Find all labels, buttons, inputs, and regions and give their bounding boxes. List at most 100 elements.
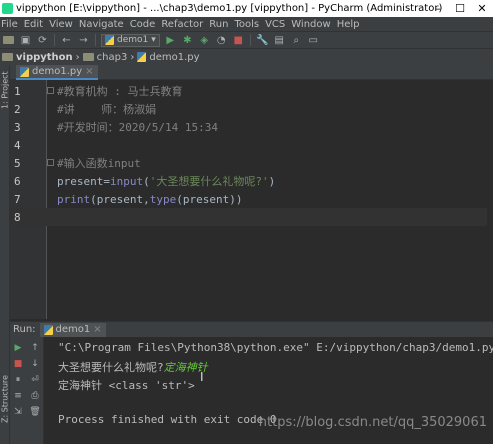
fold-marker-icon[interactable] [47, 159, 54, 166]
run-icon[interactable]: ▶ [164, 34, 177, 47]
window-title: vippython [E:\vippython] - ...\chap3\dem… [16, 3, 443, 14]
code-line[interactable]: 5 #输入函数input [10, 154, 493, 172]
console-prompt-line: 大圣想要什么礼物呢?定海神针 [58, 359, 208, 375]
sync-icon[interactable]: ⟳ [36, 34, 49, 47]
menu-window[interactable]: Window [291, 19, 330, 30]
console-prompt: 大圣想要什么礼物呢? [58, 361, 164, 374]
code-token: #开发时间：2020/5/14 15:34 [57, 121, 218, 134]
print-icon[interactable]: ⎙ [30, 391, 40, 401]
ibeam-cursor-icon: I [200, 370, 204, 384]
line-number: 3 [14, 120, 21, 134]
run-console[interactable]: "C:\Program Files\Python38\python.exe" E… [44, 337, 493, 444]
menu-refactor[interactable]: Refactor [161, 19, 203, 30]
tab-label: demo1.py [32, 66, 83, 77]
tab-demo1[interactable]: demo1.py × [16, 65, 98, 80]
pause-icon[interactable]: ⏸ [13, 375, 23, 385]
code-editor[interactable]: 1 #教育机构 : 马士兵教育 2 #讲 师：杨淑娟 3 #开发时间：2020/5/14 … [10, 80, 493, 319]
code-line[interactable]: 2 #讲 师：杨淑娟 [10, 100, 493, 118]
coverage-icon[interactable]: ◈ [198, 34, 211, 47]
code-line[interactable]: 1 #教育机构 : 马士兵教育 [10, 82, 493, 100]
code-token: ) [268, 175, 276, 188]
python-file-icon [20, 66, 29, 77]
line-number: 2 [14, 102, 21, 116]
breadcrumb-project[interactable]: vippython [16, 52, 73, 63]
code-line[interactable]: 6 present=input('大圣想要什么礼物呢?') [10, 172, 493, 190]
main-toolbar: ▣ ⟳ ← → demo1 ▾ ▶ ✱ ◈ ◔ ■ 🔧 ▤ ⌕ ▭ [0, 31, 493, 48]
search-icon[interactable]: ⌕ [290, 34, 303, 47]
menu-navigate[interactable]: Navigate [79, 19, 124, 30]
soft-wrap-icon[interactable]: ⏎ [30, 375, 40, 385]
code-token: ( [143, 175, 150, 188]
code-text: print(present,type(present)) [57, 193, 242, 206]
left-tool-strip: 1: Project Z: Structure [0, 65, 10, 444]
code-line[interactable]: 3 #开发时间：2020/5/14 15:34 [10, 118, 493, 136]
run-tab-label: demo1 [55, 324, 91, 335]
arrow-up-icon[interactable]: ↑ [30, 343, 40, 353]
folder-icon [82, 53, 94, 61]
pin-icon[interactable]: ⇲ [13, 407, 23, 417]
terminal-icon[interactable]: ▭ [307, 34, 320, 47]
close-button[interactable]: ✕ [471, 0, 493, 17]
line-number: 5 [14, 156, 21, 170]
breadcrumb-file[interactable]: demo1.py [149, 52, 199, 63]
code-token: '大圣想要什么礼物呢?' [149, 175, 269, 188]
code-line[interactable]: 4 [10, 136, 493, 154]
console-command-line: "C:\Program Files\Python38\python.exe" E… [58, 341, 493, 354]
editor-tab-bar: demo1.py × [10, 65, 493, 80]
menu-file[interactable]: File [1, 19, 18, 30]
menu-help[interactable]: Help [337, 19, 360, 30]
run-config-select[interactable]: demo1 ▾ [101, 33, 160, 47]
menu-view[interactable]: View [49, 19, 73, 30]
menu-edit[interactable]: Edit [24, 19, 43, 30]
close-tab-icon[interactable]: × [85, 66, 93, 77]
stop-icon[interactable]: ■ [232, 34, 245, 47]
arrow-down-icon[interactable]: ↓ [30, 359, 40, 369]
trash-icon[interactable]: 🗑 [29, 407, 40, 417]
code-line[interactable]: 7 print(present,type(present)) [10, 190, 493, 208]
rerun-icon[interactable]: ▶ [13, 343, 23, 353]
code-text: present=input('大圣想要什么礼物呢?') [57, 173, 275, 189]
close-tab-icon[interactable]: × [93, 324, 101, 335]
code-token: (present, [90, 192, 150, 206]
run-tab-demo1[interactable]: demo1 × [39, 322, 106, 337]
menu-run[interactable]: Run [209, 19, 228, 30]
menu-bar: File Edit View Navigate Code Refactor Ru… [0, 17, 493, 31]
profile-icon[interactable]: ◔ [215, 34, 228, 47]
structure-tool-tab[interactable]: Z: Structure [0, 375, 10, 423]
open-folder-icon[interactable] [2, 34, 15, 47]
editor-right-margin [487, 80, 493, 319]
line-number: 6 [14, 174, 21, 188]
breadcrumb-folder[interactable]: chap3 [97, 52, 128, 63]
line-number: 7 [14, 192, 21, 206]
code-line[interactable]: 8 [10, 208, 493, 226]
menu-vcs[interactable]: VCS [265, 19, 285, 30]
settings-wrench-icon[interactable]: 🔧 [256, 34, 269, 47]
back-arrow-icon[interactable]: ← [60, 34, 73, 47]
fold-marker-icon[interactable] [47, 87, 54, 94]
project-tool-tab[interactable]: 1: Project [0, 65, 10, 115]
code-token: type [149, 192, 177, 206]
code-token: present [57, 175, 104, 188]
chevron-right-icon: › [75, 51, 80, 63]
debug-icon[interactable]: ✱ [181, 34, 194, 47]
run-tool-header: Run: demo1 × [10, 321, 493, 337]
forward-arrow-icon[interactable]: → [77, 34, 90, 47]
menu-code[interactable]: Code [130, 19, 156, 30]
python-file-icon [137, 52, 147, 62]
save-icon[interactable]: ▣ [19, 34, 32, 47]
toolbar-separator [249, 34, 251, 46]
dump-icon[interactable]: ≡ [13, 391, 23, 401]
code-token: #教育机构 : 马士兵教育 [57, 85, 183, 98]
project-folder-icon [2, 53, 13, 61]
stop-icon[interactable]: ■ [13, 359, 23, 369]
code-token: (present)) [176, 192, 243, 206]
menu-tools[interactable]: Tools [234, 19, 259, 30]
code-token: #讲 师：杨淑娟 [57, 103, 157, 116]
line-number: 4 [14, 138, 21, 152]
minimize-button[interactable]: – [427, 0, 449, 17]
maximize-button[interactable]: ☐ [449, 0, 471, 17]
code-token: input [109, 175, 144, 188]
run-panel-label: Run: [13, 324, 36, 335]
window-title-bar: vippython [E:\vippython] - ...\chap3\dem… [0, 0, 493, 17]
structure-icon[interactable]: ▤ [273, 34, 286, 47]
